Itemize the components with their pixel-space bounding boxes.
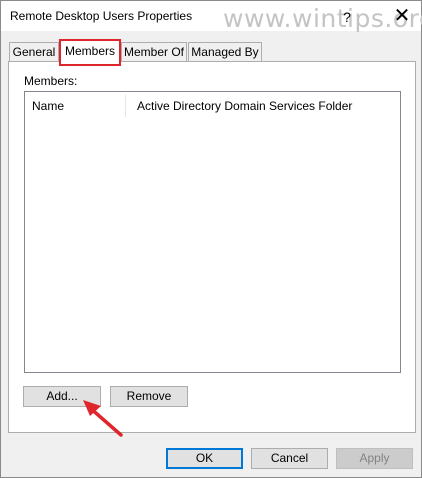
close-button[interactable]: ✕ [389, 4, 415, 28]
dialog-title: Remote Desktop Users Properties [10, 9, 193, 23]
tab-managed-by[interactable]: Managed By [188, 42, 262, 62]
apply-button[interactable]: Apply [336, 448, 413, 469]
cancel-button[interactable]: Cancel [251, 448, 328, 469]
column-header-folder[interactable]: Active Directory Domain Services Folder [137, 99, 352, 113]
column-header-name[interactable]: Name [32, 99, 64, 113]
tab-member-of[interactable]: Member Of [121, 42, 187, 62]
title-bar: Remote Desktop Users Properties www.wint… [1, 1, 422, 33]
tab-general[interactable]: General [9, 42, 59, 62]
properties-dialog: Remote Desktop Users Properties www.wint… [0, 0, 422, 478]
help-button[interactable]: ? [337, 7, 357, 27]
red-arrow-pointer [83, 400, 123, 437]
ok-button[interactable]: OK [166, 448, 243, 469]
column-divider[interactable] [125, 95, 126, 117]
members-list[interactable]: Name Active Directory Domain Services Fo… [24, 91, 401, 373]
tab-members[interactable]: Members [59, 39, 121, 66]
members-label: Members: [24, 74, 78, 88]
